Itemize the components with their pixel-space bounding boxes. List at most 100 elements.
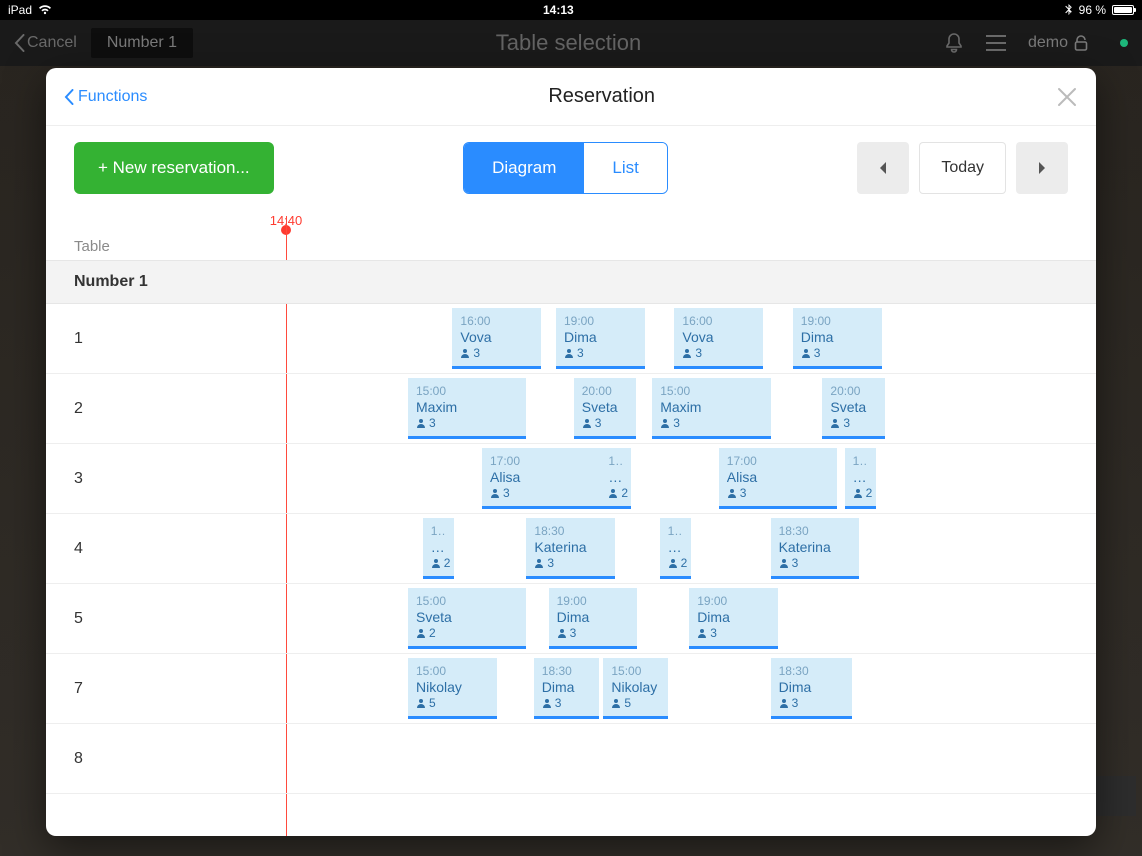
next-day-button[interactable] xyxy=(1016,142,1068,194)
reservation-block[interactable]: 16:00Vova3 xyxy=(674,308,763,369)
reservation-block[interactable]: 18:30Katerina3 xyxy=(526,518,615,579)
block-party: 3 xyxy=(542,696,591,710)
prev-day-button[interactable] xyxy=(857,142,909,194)
row-label: 3 xyxy=(74,470,83,488)
block-time: 19:00 xyxy=(564,314,637,328)
device-label: iPad xyxy=(8,3,32,17)
lock-icon xyxy=(1074,35,1088,51)
table-row: 317:00Alisa31……217:00Alisa31……2 xyxy=(46,444,1096,514)
reservation-block[interactable]: 18:30Dima3 xyxy=(534,658,599,719)
reservation-block[interactable]: 20:00Sveta3 xyxy=(822,378,884,439)
block-time: 1… xyxy=(853,454,868,468)
row-label: 1 xyxy=(74,330,83,348)
functions-back-link[interactable]: Functions xyxy=(64,88,147,106)
person-icon xyxy=(660,418,670,428)
block-party: 2 xyxy=(416,626,518,640)
block-name: Alisa xyxy=(490,469,592,485)
table-row: 4 1……2 18:30Katerina3 1……2 18:30Katerina3 xyxy=(46,514,1096,584)
seg-diagram[interactable]: Diagram xyxy=(464,143,584,193)
block-name: Dima xyxy=(564,329,637,345)
reservation-block[interactable]: 1……2 xyxy=(845,448,876,509)
reservation-block[interactable]: 1……2 xyxy=(660,518,691,579)
reservation-block[interactable]: 20:00Sveta3 xyxy=(574,378,636,439)
cancel-label: Cancel xyxy=(27,34,77,52)
block-time: 16:00 xyxy=(682,314,755,328)
row-label: 8 xyxy=(74,750,83,768)
block-name: Dima xyxy=(801,329,874,345)
person-icon xyxy=(830,418,840,428)
person-icon xyxy=(416,418,426,428)
reservation-block[interactable]: 15:00Nikolay5 xyxy=(603,658,668,719)
wifi-icon xyxy=(38,5,52,15)
block-time: 16:00 xyxy=(460,314,533,328)
block-time: 20:00 xyxy=(830,384,876,398)
appbar-tab[interactable]: Number 1 xyxy=(91,28,193,58)
person-icon xyxy=(801,348,811,358)
block-time: 15:00 xyxy=(416,594,518,608)
block-party: 3 xyxy=(582,416,628,430)
reservation-block[interactable]: 18:30Dima3 xyxy=(771,658,852,719)
person-icon xyxy=(779,698,789,708)
menu-icon[interactable] xyxy=(986,35,1006,51)
column-label-table: Table xyxy=(74,238,110,255)
row-track: 15:00Maxim3 20:00Sveta3 15:00Maxim3 20:00Sv… xyxy=(186,378,1096,439)
block-name: Sveta xyxy=(416,609,518,625)
row-track: 15:00Sveta2 19:00Dima3 19:00Dima3 xyxy=(186,588,1096,649)
block-name: Nikolay xyxy=(611,679,660,695)
block-time: 1… xyxy=(431,524,446,538)
block-party: 5 xyxy=(611,696,660,710)
row-label: 4 xyxy=(74,540,83,558)
reservation-block[interactable]: 15:00Maxim3 xyxy=(652,378,770,439)
user-button[interactable]: demo xyxy=(1028,34,1088,52)
reservation-block[interactable]: 18:30Katerina3 xyxy=(771,518,860,579)
person-icon xyxy=(416,628,426,638)
reservation-block[interactable]: 15:00Maxim3 xyxy=(408,378,526,439)
block-name: Alisa xyxy=(727,469,829,485)
row-track: 1……2 18:30Katerina3 1……2 18:30Katerina3 xyxy=(186,518,1096,579)
block-party: 3 xyxy=(557,626,630,640)
block-party: 3 xyxy=(660,416,762,430)
block-name: … xyxy=(853,469,868,485)
person-icon xyxy=(490,488,500,498)
person-icon xyxy=(557,628,567,638)
block-party: 3 xyxy=(490,486,592,500)
table-row: 5 15:00Sveta2 19:00Dima3 19:00Dima3 xyxy=(46,584,1096,654)
status-time: 14:13 xyxy=(52,3,1065,17)
reservation-block[interactable]: 1……2 xyxy=(600,448,631,509)
block-name: … xyxy=(431,539,446,555)
person-icon xyxy=(534,558,544,568)
person-icon xyxy=(779,558,789,568)
table-row: 8 xyxy=(46,724,1096,794)
row-track: 15:00Nikolay518:30Dima315:00Nikolay518:3… xyxy=(186,658,1096,719)
reservation-block[interactable]: 16:00Vova3 xyxy=(452,308,541,369)
row-track: 16:00Vova319:00Dima316:00Vova319:00Dima3 xyxy=(186,308,1096,369)
user-label: demo xyxy=(1028,34,1068,52)
reservation-block[interactable]: 19:00Dima3 xyxy=(556,308,645,369)
block-time: 18:30 xyxy=(542,664,591,678)
modal-title: Reservation xyxy=(147,85,1056,108)
reservation-block[interactable]: 15:00Nikolay5 xyxy=(408,658,497,719)
seg-list[interactable]: List xyxy=(584,143,666,193)
block-time: 19:00 xyxy=(801,314,874,328)
reservation-block[interactable]: 19:00Dima3 xyxy=(793,308,882,369)
block-party: 2 xyxy=(431,556,446,570)
reservation-block[interactable]: 17:00Alisa3 xyxy=(719,448,837,509)
reservation-block[interactable]: 1……2 xyxy=(423,518,454,579)
cancel-button[interactable]: Cancel xyxy=(14,34,77,52)
table-row: 715:00Nikolay518:30Dima315:00Nikolay518:… xyxy=(46,654,1096,724)
reservation-block[interactable]: 17:00Alisa3 xyxy=(482,448,600,509)
person-icon xyxy=(853,488,863,498)
reservation-block[interactable]: 19:00Dima3 xyxy=(689,588,778,649)
today-button[interactable]: Today xyxy=(919,142,1006,194)
block-name: Dima xyxy=(542,679,591,695)
reservation-block[interactable]: 19:00Dima3 xyxy=(549,588,638,649)
bell-icon[interactable] xyxy=(944,32,964,54)
row-label: 5 xyxy=(74,610,83,628)
block-time: 18:30 xyxy=(779,524,852,538)
table-row: 215:00Maxim320:00Sveta315:00Maxim320:00S… xyxy=(46,374,1096,444)
gantt-area: Table 14:40 Number 1 116:00Vova319:00Dim… xyxy=(46,210,1096,836)
reservation-block[interactable]: 15:00Sveta2 xyxy=(408,588,526,649)
close-button[interactable] xyxy=(1056,86,1078,108)
new-reservation-button[interactable]: + New reservation... xyxy=(74,142,274,194)
block-time: 20:00 xyxy=(582,384,628,398)
